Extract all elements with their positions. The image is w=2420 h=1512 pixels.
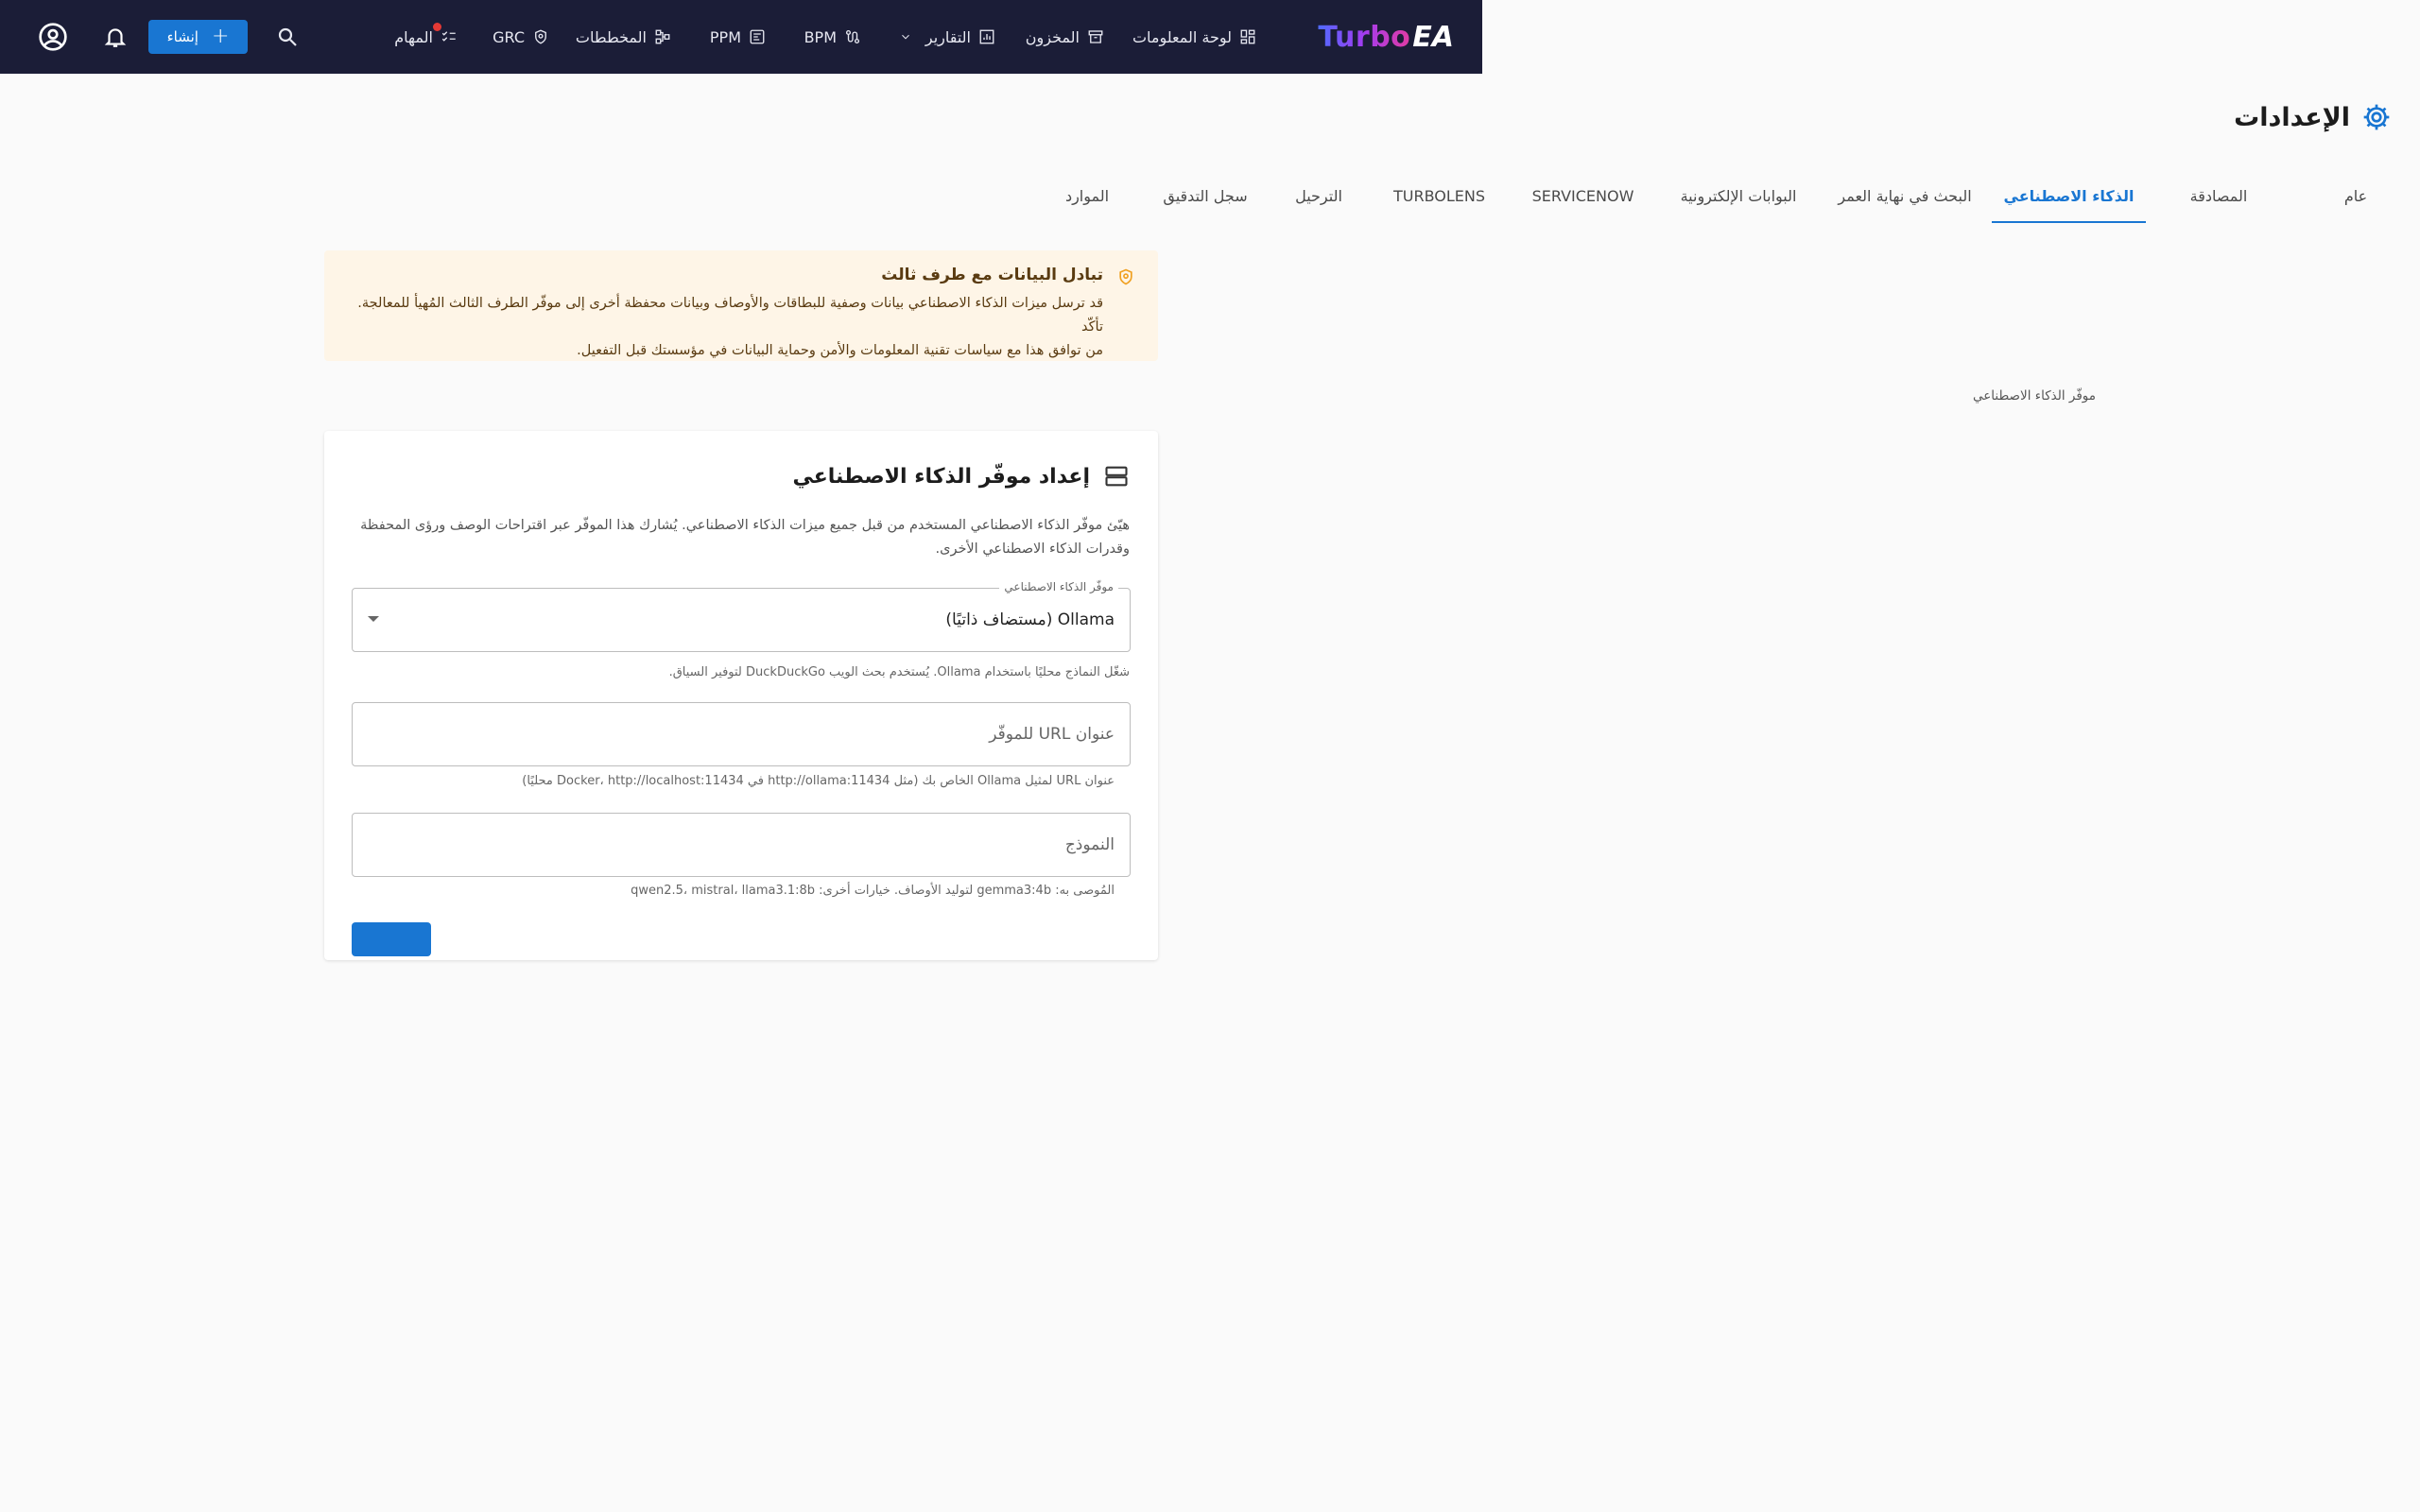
ppm-icon — [750, 29, 765, 44]
plus-icon: + — [211, 25, 230, 48]
warning-line-1: قد ترسل ميزات الذكاء الاصطناعي بيانات وص… — [357, 296, 1103, 335]
nav-diagrams-label: المخططات — [575, 27, 647, 46]
provider-url-placeholder: عنوان URL للموفّر — [989, 725, 1115, 744]
nav-grc[interactable]: GRC — [493, 0, 549, 74]
nav-inventory[interactable]: المخزون — [1026, 0, 1104, 74]
bell-icon — [104, 28, 127, 47]
nav-ppm[interactable]: PPM — [710, 0, 766, 74]
logo-text-turbo: Turbo — [1318, 20, 1411, 54]
account-button[interactable] — [36, 20, 70, 54]
provider-select-value: Ollama (مستضاف ذاتيًا) — [945, 610, 1115, 629]
provider-url-helper-text: عنوان URL لمثيل Ollama الخاص بك (مثل htt… — [522, 774, 1115, 788]
notifications-button[interactable] — [100, 22, 130, 52]
card-title: إعداد موفّر الذكاء الاصطناعي — [792, 464, 1090, 489]
tab-eol-search[interactable]: البحث في نهاية العمر — [1824, 168, 1985, 223]
nav-diagrams[interactable]: المخططات — [576, 0, 671, 74]
tab-audit-log[interactable]: سجل التدقيق — [1149, 168, 1262, 223]
dropdown-arrow-icon — [368, 616, 379, 622]
nav-inventory-label: المخزون — [1025, 27, 1080, 46]
save-button[interactable] — [352, 922, 431, 956]
dashboard-icon — [1240, 29, 1255, 44]
top-app-bar: Turbo EA لوحة المعلومات المخزون التقارير… — [0, 0, 1482, 74]
grc-shield-icon — [535, 29, 546, 44]
provider-helper-text: شغّل النماذج محليًا باستخدام Ollama. يُس… — [668, 665, 1130, 679]
create-button-label: إنشاء — [166, 28, 199, 45]
warning-line-2: من توافق هذا مع سياسات تقنية المعلومات و… — [577, 343, 1103, 358]
model-helper-text: المُوصى به: gemma3:4b لتوليد الأوصاف. خي… — [631, 884, 1115, 898]
ai-provider-card: إعداد موفّر الذكاء الاصطناعي هيّئ موفّر … — [324, 431, 1158, 960]
tab-authentication[interactable]: المصادقة — [2167, 168, 2271, 223]
nav-reports[interactable]: التقارير — [899, 0, 995, 74]
tasks-icon — [441, 31, 456, 42]
card-header: إعداد موفّر الذكاء الاصطناعي — [792, 463, 1130, 490]
tab-migration[interactable]: الترحيل — [1276, 168, 1361, 223]
card-description: هيّئ موفّر الذكاء الاصطناعي المستخدم من … — [353, 514, 1130, 561]
shield-warning-icon — [1116, 267, 1135, 290]
nav-ppm-label: PPM — [709, 27, 741, 46]
nav-dashboard-label: لوحة المعلومات — [1132, 27, 1232, 46]
warning-title: تبادل البيانات مع طرف ثالث — [881, 266, 1103, 284]
nav-tasks[interactable]: المهام — [394, 0, 458, 74]
tab-general[interactable]: عام — [2318, 168, 2394, 223]
diagrams-icon — [655, 29, 670, 44]
card-desc-line-2: وقدرات الذكاء الاصطناعي الأخرى. — [935, 541, 1130, 557]
nav-grc-label: GRC — [493, 27, 525, 46]
page-header: الإعدادات — [2234, 102, 2392, 132]
model-placeholder: النموذج — [1064, 835, 1115, 854]
card-desc-line-1: هيّئ موفّر الذكاء الاصطناعي المستخدم من … — [360, 518, 1130, 533]
chevron-down-icon — [902, 34, 909, 40]
server-icon — [1105, 466, 1128, 487]
tab-ai[interactable]: الذكاء الاصطناعي — [1992, 168, 2146, 223]
tab-resources[interactable]: الموارد — [1045, 168, 1130, 223]
create-button[interactable]: + إنشاء — [148, 20, 248, 54]
reports-icon — [979, 29, 994, 44]
section-label: موفّر الذكاء الاصطناعي — [1972, 388, 2096, 404]
app-logo[interactable]: Turbo EA — [1318, 19, 1454, 55]
bpm-icon — [845, 29, 860, 44]
nav-tasks-label: المهام — [394, 27, 433, 46]
search-button[interactable] — [274, 24, 301, 50]
nav-reports-label: التقارير — [925, 27, 971, 46]
third-party-warning: تبادل البيانات مع طرف ثالث قد ترسل ميزات… — [324, 250, 1158, 361]
tab-turbolens[interactable]: TURBOLENS — [1380, 168, 1498, 223]
account-icon — [39, 23, 67, 51]
page-title: الإعدادات — [2234, 102, 2350, 132]
gear-icon — [2363, 104, 2390, 130]
nav-dashboard[interactable]: لوحة المعلومات — [1132, 0, 1256, 74]
tab-web-portals[interactable]: البوابات الإلكترونية — [1668, 168, 1809, 223]
tasks-notification-dot — [433, 23, 441, 31]
model-field[interactable]: النموذج — [352, 813, 1131, 877]
provider-select[interactable]: موفّر الذكاء الاصطناعي Ollama (مستضاف ذا… — [352, 580, 1131, 652]
tab-servicenow[interactable]: SERVICENOW — [1519, 168, 1647, 223]
nav-bpm[interactable]: BPM — [804, 0, 861, 74]
inventory-icon — [1088, 30, 1103, 43]
nav-bpm-label: BPM — [804, 27, 837, 46]
logo-text-ea: EA — [1412, 20, 1454, 54]
search-icon — [278, 27, 297, 46]
provider-url-field[interactable]: عنوان URL للموفّر — [352, 702, 1131, 766]
